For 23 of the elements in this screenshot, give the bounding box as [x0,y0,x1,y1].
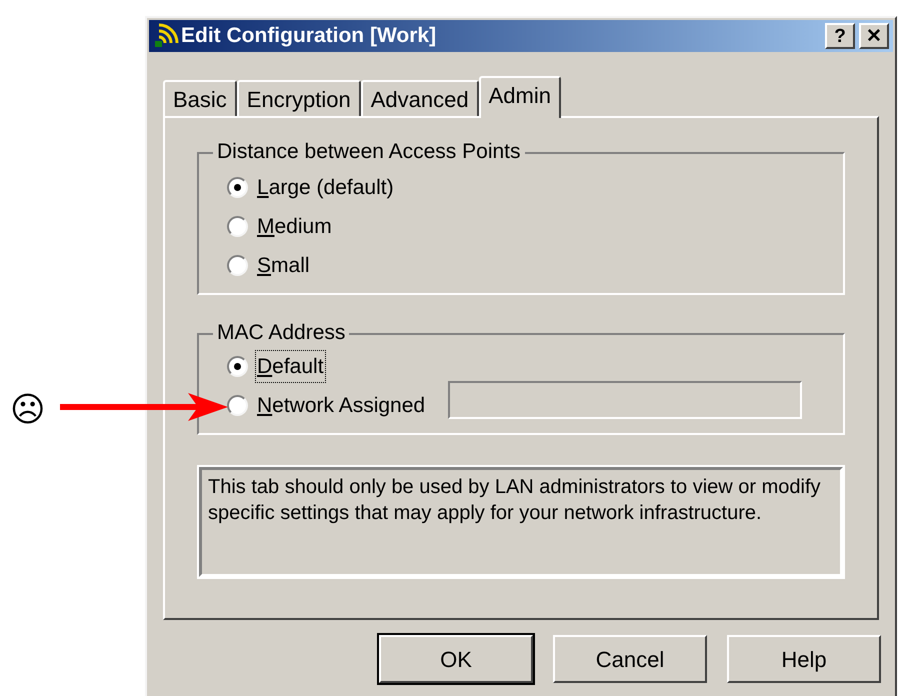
radio-label: Network Assigned [256,392,426,419]
dialog-button[interactable]: OK [379,635,533,683]
help-button[interactable]: ? [825,23,855,49]
dialog-button[interactable]: Cancel [553,635,707,683]
radio-button[interactable] [227,177,248,198]
wireless-signal-icon [153,23,179,49]
frown-symbol: ☹ [10,390,46,430]
radio-button[interactable] [227,395,248,416]
tab[interactable]: Encryption [236,80,361,116]
tab[interactable]: Advanced [360,80,479,116]
radio-button[interactable] [227,356,248,377]
info-text: This tab should only be used by LAN administrators to view or modify specific settings that may apply for your network infrastructure. [208,475,822,526]
window-title: Edit Configuration [Work] [181,23,436,50]
radio-label: Default [256,350,325,382]
close-button[interactable]: ✕ [859,23,889,49]
radio-button[interactable] [227,255,248,276]
radio-label: Small [256,252,311,279]
dialog-button[interactable]: Help [727,635,881,683]
tab[interactable]: Admin [478,76,561,118]
radio-label: Medium [256,214,333,240]
radio-button[interactable] [227,216,248,237]
radio-label: Large (default) [256,174,395,201]
tab[interactable]: Basic [163,80,237,116]
